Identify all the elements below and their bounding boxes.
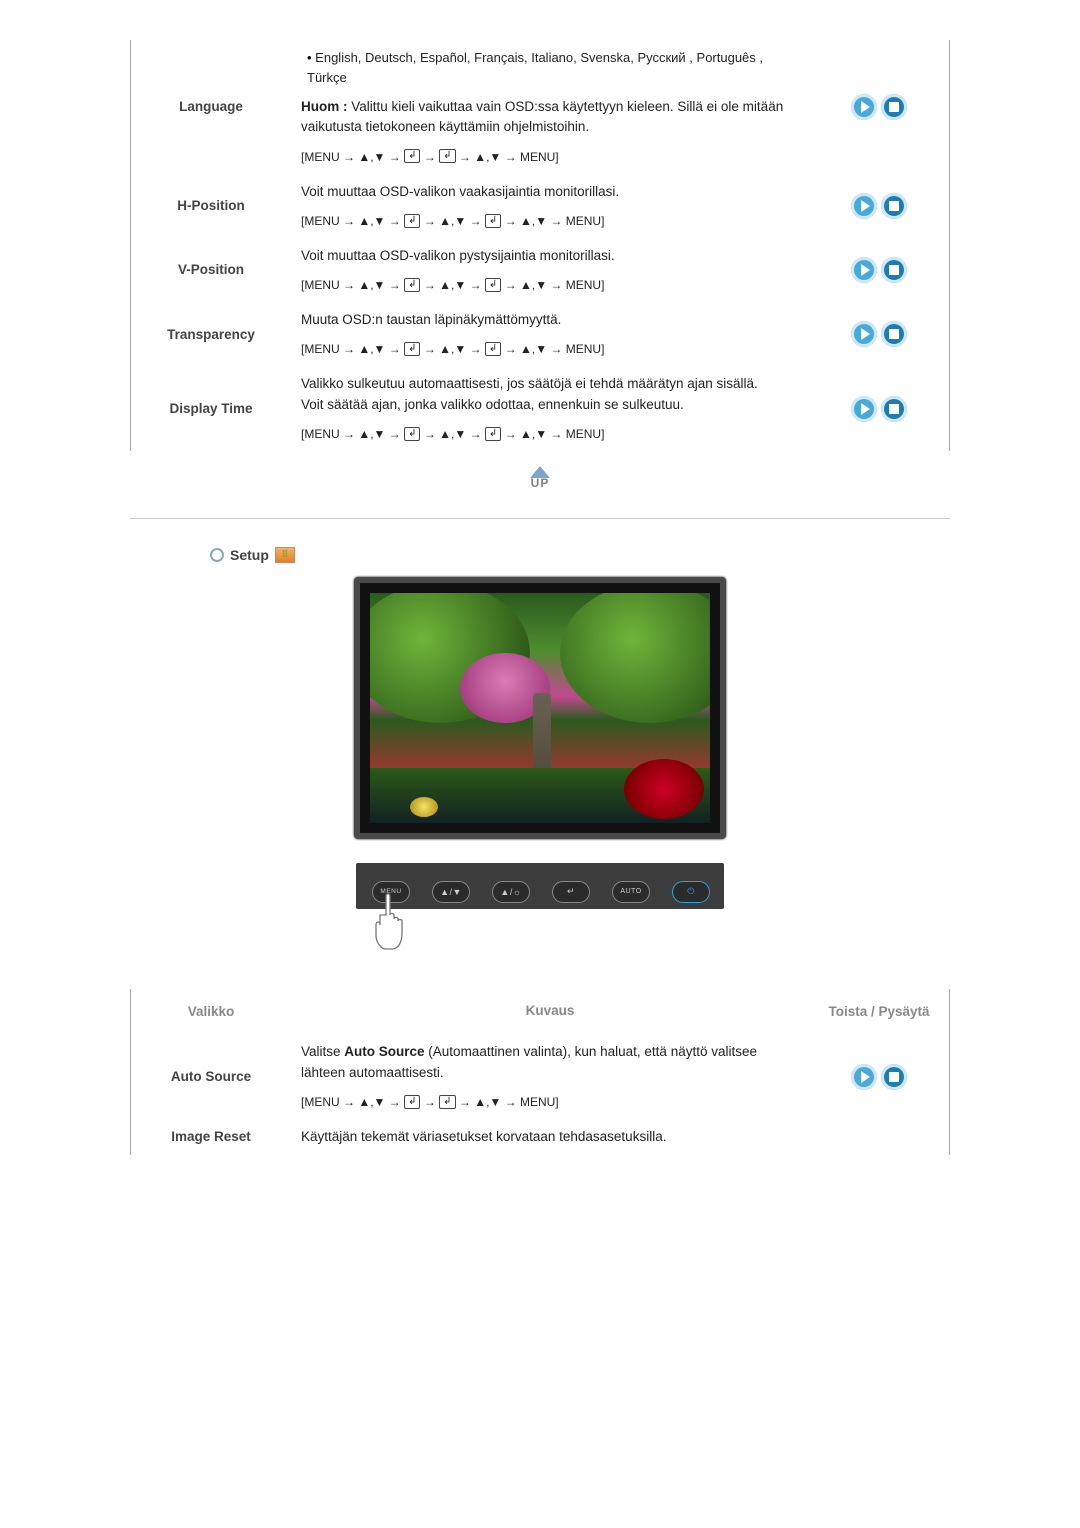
menu-name-autosource: Auto Source <box>131 1034 291 1119</box>
hw-enter-button[interactable]: ↵ <box>552 881 590 903</box>
hw-power-button[interactable]: ⏻ <box>672 881 710 903</box>
menu-desc-hposition: Voit muuttaa OSD-valikon vaakasijaintia … <box>291 174 809 238</box>
note-prefix: Huom : <box>301 99 348 114</box>
menu-desc-displaytime: Valikko sulkeutuu automaattisesti, jos s… <box>291 366 809 451</box>
setup-menu-table: Valikko Kuvaus Toista / Pysäytä Auto Sou… <box>131 989 949 1155</box>
menu-desc-imagereset: Käyttäjän tekemät väriasetukset korvataa… <box>291 1119 809 1155</box>
play-button[interactable] <box>851 321 877 347</box>
stop-button[interactable] <box>881 321 907 347</box>
menu-seq-transparency: [MENU → ▲,▼ → ↲ → ▲,▼ → ↲ → ▲,▼ → MENU] <box>301 340 799 358</box>
bullet-icon <box>210 548 224 562</box>
menu-name-language: Language <box>131 40 291 174</box>
play-button[interactable] <box>851 193 877 219</box>
monitor-illustration <box>354 577 726 839</box>
play-button[interactable] <box>851 1064 877 1090</box>
hw-brightness-button[interactable]: ▲/☼ <box>492 881 530 903</box>
stop-button[interactable] <box>881 193 907 219</box>
hand-pointer-icon <box>366 891 422 962</box>
menu-seq-hposition: [MENU → ▲,▼ → ↲ → ▲,▼ → ↲ → ▲,▼ → MENU] <box>301 212 799 230</box>
menu-name-imagereset: Image Reset <box>131 1119 291 1155</box>
back-to-top-button[interactable]: UP <box>530 466 550 490</box>
menu-desc-language: English, Deutsch, Español, Français, Ita… <box>291 40 809 174</box>
up-label: UP <box>531 476 550 490</box>
section-header-setup: Setup ⠿ <box>210 547 950 563</box>
menu-desc-autosource: Valitse Auto Source (Automaattinen valin… <box>291 1034 809 1119</box>
hw-updown-button[interactable]: ▲/▼ <box>432 881 470 903</box>
header-actions: Toista / Pysäytä <box>809 989 949 1035</box>
menu-seq-vposition: [MENU → ▲,▼ → ↲ → ▲,▼ → ↲ → ▲,▼ → MENU] <box>301 276 799 294</box>
menu-seq-language: [MENU → ▲,▼ → ↲ → ↲ → ▲,▼ → MENU] <box>301 148 799 166</box>
monitor-button-bar: MENU ▲/▼ ▲/☼ ↵ AUTO ⏻ <box>356 863 724 909</box>
menu-seq-displaytime: [MENU → ▲,▼ → ↲ → ▲,▼ → ↲ → ▲,▼ → MENU] <box>301 425 799 443</box>
header-desc: Kuvaus <box>291 989 809 1035</box>
play-button[interactable] <box>851 94 877 120</box>
table-header-row: Valikko Kuvaus Toista / Pysäytä <box>131 989 949 1035</box>
section-divider <box>130 518 950 519</box>
language-note: Valittu kieli vaikuttaa vain OSD:ssa käy… <box>301 99 783 134</box>
play-button[interactable] <box>851 257 877 283</box>
menu-desc-transparency: Muuta OSD:n taustan läpinäkymättömyyttä.… <box>291 302 809 366</box>
hw-auto-button[interactable]: AUTO <box>612 881 650 903</box>
stop-button[interactable] <box>881 396 907 422</box>
menu-name-hposition: H-Position <box>131 174 291 238</box>
menu-name-transparency: Transparency <box>131 302 291 366</box>
menu-name-vposition: V-Position <box>131 238 291 302</box>
menu-name-displaytime: Display Time <box>131 366 291 451</box>
language-list: English, Deutsch, Español, Français, Ita… <box>307 50 763 85</box>
stop-button[interactable] <box>881 94 907 120</box>
section-title: Setup <box>230 547 269 563</box>
setup-icon: ⠿ <box>275 547 295 563</box>
stop-button[interactable] <box>881 257 907 283</box>
osd-menu-table: Language English, Deutsch, Español, Fran… <box>131 40 949 451</box>
header-menu: Valikko <box>131 989 291 1035</box>
menu-desc-vposition: Voit muuttaa OSD-valikon pystysijaintia … <box>291 238 809 302</box>
stop-button[interactable] <box>881 1064 907 1090</box>
play-button[interactable] <box>851 396 877 422</box>
menu-seq-autosource: [MENU → ▲,▼ → ↲ → ↲ → ▲,▼ → MENU] <box>301 1093 799 1111</box>
